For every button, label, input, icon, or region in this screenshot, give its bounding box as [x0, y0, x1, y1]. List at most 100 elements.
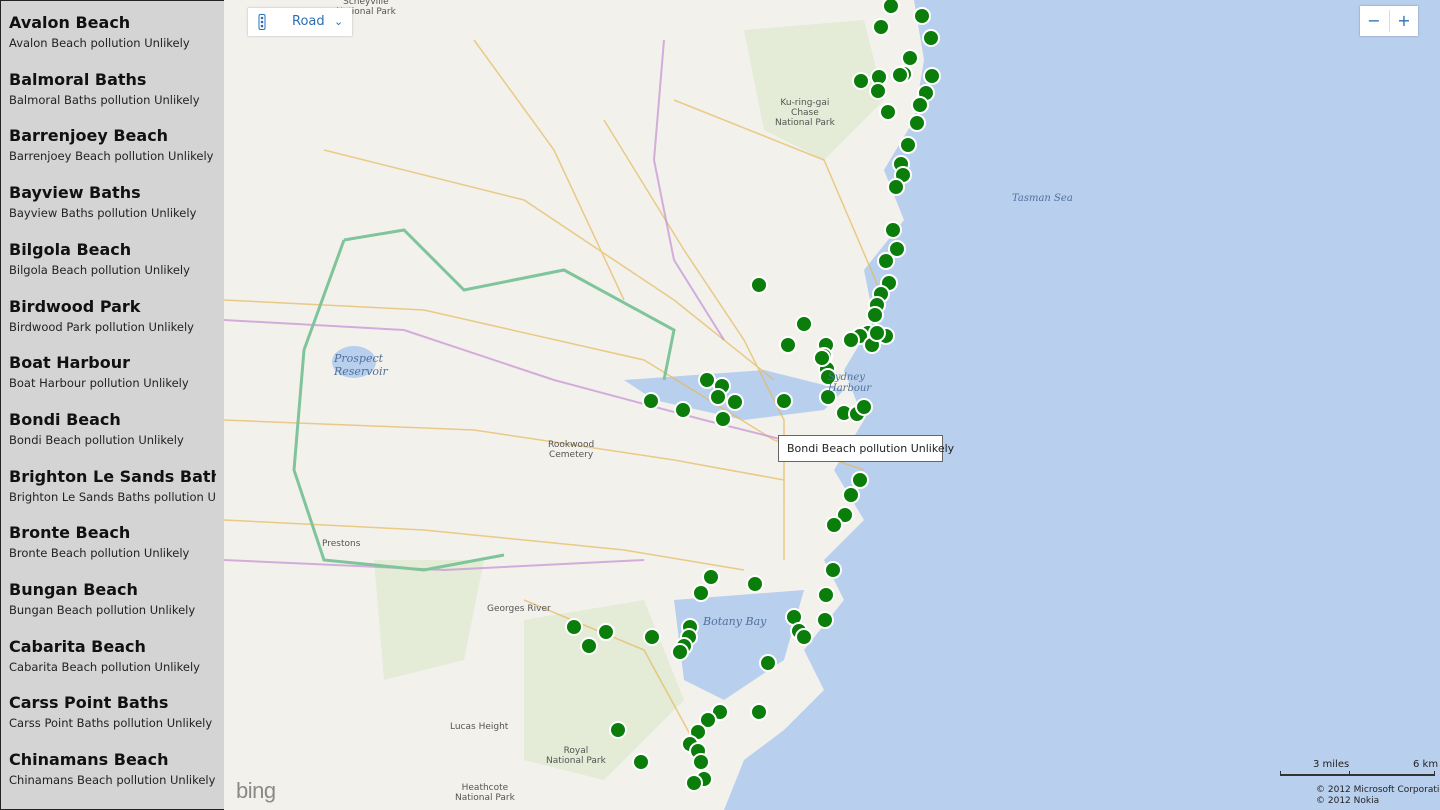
list-item[interactable]: Chinamans Beach Chinamans Beach pollution…	[1, 738, 216, 795]
map-type-selector[interactable]: Road ⌄	[248, 8, 352, 36]
zoom-out-button[interactable]: −	[1360, 6, 1388, 36]
beach-marker[interactable]	[698, 371, 716, 389]
map-type-label: Road	[292, 14, 325, 29]
botany-bay	[674, 590, 804, 700]
beach-marker[interactable]	[887, 178, 905, 196]
list-item-subtitle: Chinamans Beach pollution Unlikely	[9, 773, 216, 788]
list-item[interactable]: Bronte Beach Bronte Beach pollution Unlik…	[1, 511, 216, 568]
beach-marker[interactable]	[795, 628, 813, 646]
list-item-subtitle: Balmoral Baths pollution Unlikely	[9, 92, 200, 107]
beach-marker[interactable]	[795, 315, 813, 333]
beach-marker[interactable]	[816, 611, 834, 629]
beach-marker[interactable]	[911, 96, 929, 114]
list-item-subtitle: Birdwood Park pollution Unlikely	[9, 319, 194, 334]
beach-marker[interactable]	[842, 331, 860, 349]
beach-marker[interactable]	[643, 628, 661, 646]
list-item[interactable]: Bondi Beach Bondi Beach pollution Unlikel…	[1, 398, 216, 455]
beach-marker[interactable]	[580, 637, 598, 655]
park-area-north	[744, 20, 884, 160]
list-item[interactable]: Avalon Beach Avalon Beach pollution Unlik…	[1, 1, 216, 58]
beach-marker[interactable]	[609, 721, 627, 739]
label-tasman: Tasman Sea	[1012, 193, 1073, 204]
beach-marker[interactable]	[775, 392, 793, 410]
beach-marker[interactable]	[674, 401, 692, 419]
label-heathcote: Heathcote National Park	[455, 783, 515, 803]
beach-marker[interactable]	[825, 516, 843, 534]
list-item-subtitle: Avalon Beach pollution Unlikely	[9, 36, 190, 50]
beach-marker[interactable]	[726, 393, 744, 411]
beach-marker[interactable]	[908, 114, 926, 132]
list-item-subtitle: Bungan Beach pollution Unlikely	[9, 603, 196, 617]
list-item-subtitle: Cabarita Beach pollution Unlikely	[9, 659, 200, 674]
beach-marker[interactable]	[872, 18, 890, 36]
list-item[interactable]: Bilgola Beach Bilgola Beach pollution Unl…	[1, 228, 216, 285]
beach-marker[interactable]	[884, 221, 902, 239]
beach-marker[interactable]	[597, 623, 615, 641]
scale-km: 6 km	[1413, 759, 1439, 770]
list-item[interactable]: Barrenjoey Beach Barrenjoey Beach polluti…	[1, 114, 216, 171]
beach-marker[interactable]	[759, 654, 777, 672]
beach-marker[interactable]	[813, 349, 831, 367]
label-lucas-height: Lucas Height	[450, 722, 509, 732]
list-item[interactable]: Bayview Baths Bayview Baths pollution Unl…	[1, 171, 216, 228]
beach-marker[interactable]	[746, 575, 764, 593]
label-royal: Royal National Park	[546, 746, 606, 766]
scale-bar	[1280, 771, 1435, 776]
beach-marker[interactable]	[709, 388, 727, 406]
label-rookwood: Rookwood Cemetery	[548, 440, 595, 460]
beach-marker[interactable]	[750, 276, 768, 294]
beach-marker[interactable]	[824, 561, 842, 579]
beach-marker[interactable]	[817, 586, 835, 604]
label-kuringgai: Ku-ring-gai Chase National Park	[775, 98, 835, 128]
motorways	[224, 39, 785, 572]
list-item[interactable]: Birdwood Park Birdwood Park pollution Unl…	[1, 285, 216, 342]
beach-marker[interactable]	[913, 7, 931, 25]
copyright-microsoft: © 2012 Microsoft Corporation	[1316, 785, 1440, 795]
list-item[interactable]: Bungan Beach Bungan Beach pollution Unlik…	[1, 568, 216, 625]
list-item-title: Bilgola Beach	[9, 239, 132, 259]
list-item-subtitle: Carss Point Baths pollution Unlikely	[9, 716, 213, 731]
list-item-title: Barrenjoey Beach	[9, 126, 169, 146]
beach-marker[interactable]	[855, 398, 873, 416]
beach-marker[interactable]	[866, 306, 884, 324]
list-item[interactable]: Boat Harbour Boat Harbour pollution Unlik…	[1, 341, 216, 398]
beach-marker[interactable]	[702, 568, 720, 586]
beach-marker[interactable]	[877, 252, 895, 270]
beach-marker[interactable]	[714, 410, 732, 428]
list-item-subtitle: Bayview Baths pollution Unlikely	[9, 206, 197, 221]
beach-marker[interactable]	[882, 0, 900, 15]
list-item[interactable]: Carss Point Baths Carss Point Baths pollu…	[1, 681, 216, 738]
beach-marker[interactable]	[671, 643, 689, 661]
beach-marker[interactable]	[852, 72, 870, 90]
beach-marker[interactable]	[779, 336, 797, 354]
beach-marker[interactable]	[750, 703, 768, 721]
traffic-icon	[258, 14, 266, 30]
beach-marker[interactable]	[842, 486, 860, 504]
beach-marker[interactable]	[642, 392, 660, 410]
list-item-subtitle: Bilgola Beach pollution Unlikely	[9, 262, 190, 277]
beach-marker[interactable]	[879, 103, 897, 121]
zoom-in-button[interactable]: +	[1390, 6, 1418, 36]
beach-marker[interactable]	[868, 324, 886, 342]
beach-marker[interactable]	[922, 29, 940, 47]
beach-marker[interactable]	[891, 66, 909, 84]
beach-marker[interactable]	[632, 753, 650, 771]
beach-marker[interactable]	[692, 753, 710, 771]
beach-marker[interactable]	[851, 471, 869, 489]
list-item[interactable]: Balmoral Baths Balmoral Baths pollution U…	[1, 58, 216, 115]
beach-marker[interactable]	[923, 67, 941, 85]
marker-tooltip: Bondi Beach pollution Unlikely	[778, 435, 954, 462]
beach-marker[interactable]	[692, 584, 710, 602]
list-item-title: Balmoral Baths	[9, 69, 147, 89]
beach-marker[interactable]	[685, 774, 703, 792]
list-item-title: Bondi Beach	[9, 409, 121, 429]
beach-marker[interactable]	[869, 82, 887, 100]
beach-marker[interactable]	[899, 136, 917, 154]
list-item-title: Bayview Baths	[9, 183, 141, 203]
list-item[interactable]: Cabarita Beach Cabarita Beach pollution U…	[1, 625, 216, 682]
beach-marker[interactable]	[901, 49, 919, 67]
list-item-title: Birdwood Park	[9, 296, 141, 316]
list-item-title: Brighton Le Sands Baths	[9, 466, 216, 486]
beach-marker[interactable]	[565, 618, 583, 636]
list-item[interactable]: Brighton Le Sands Baths Brighton Le Sands…	[1, 455, 216, 512]
